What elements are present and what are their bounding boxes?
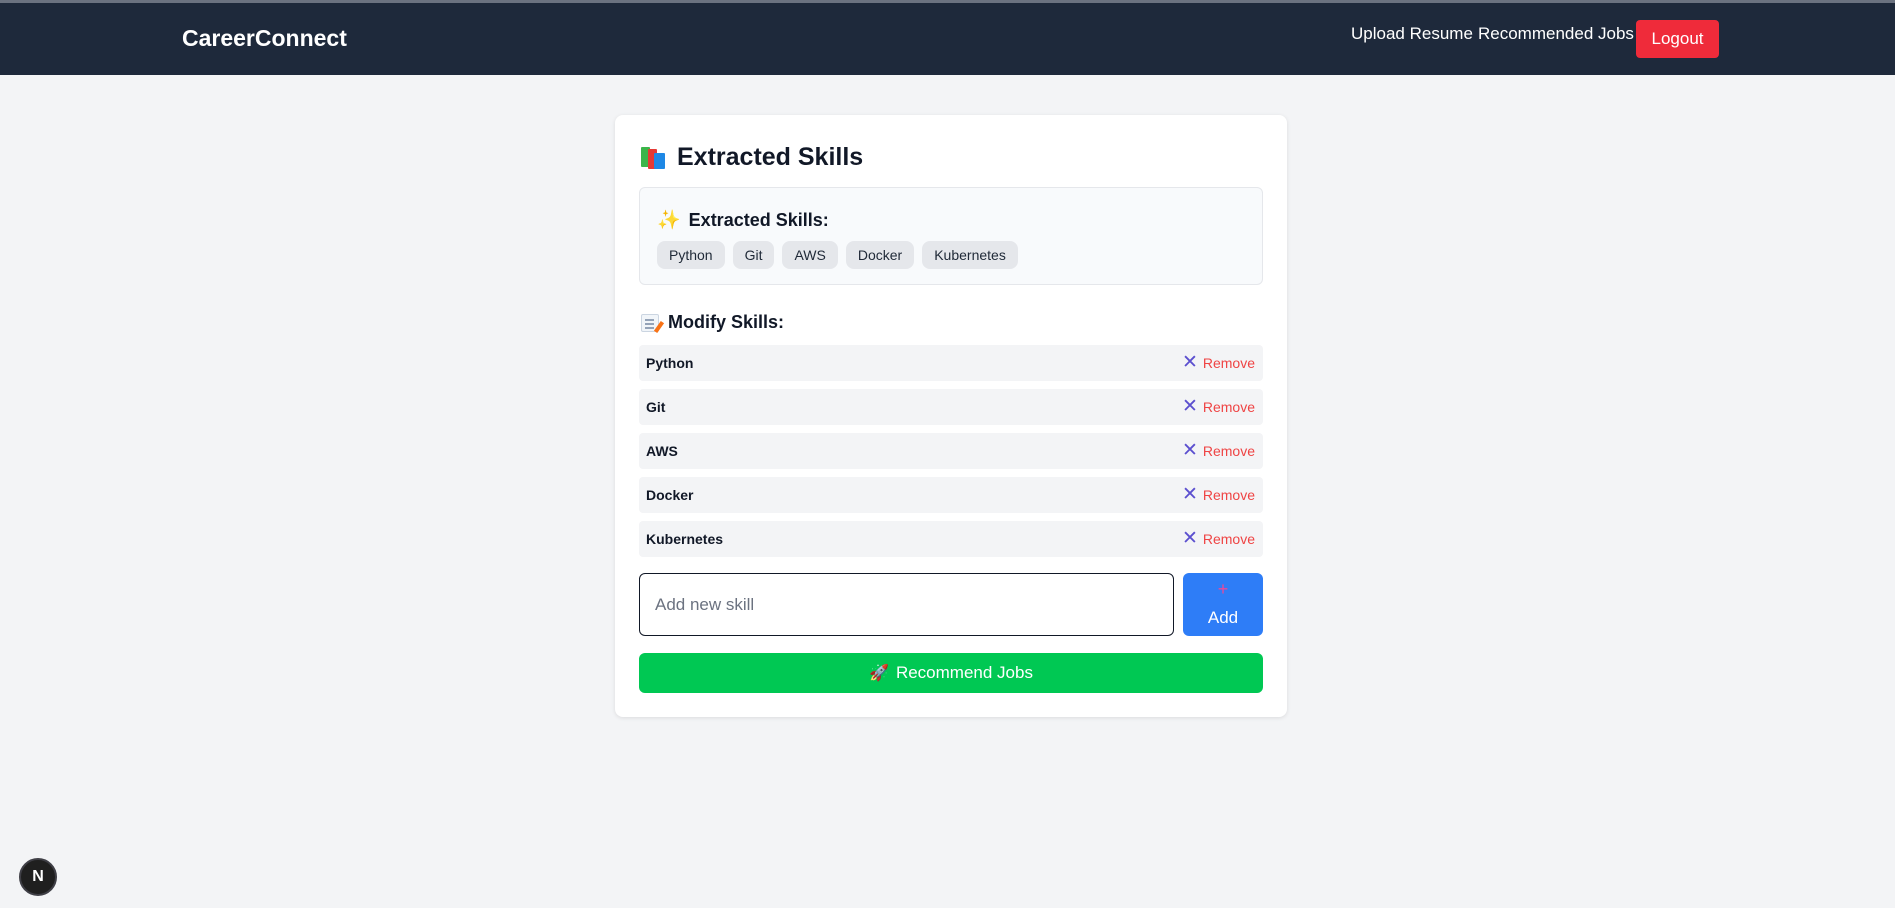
nav-recommended-jobs[interactable]: Recommended Jobs	[1478, 24, 1634, 44]
recommend-label: Recommend Jobs	[895, 663, 1033, 682]
page-title: Extracted Skills	[641, 143, 863, 172]
remove-skill-button[interactable]: ✕ Remove	[1181, 440, 1255, 461]
logout-button[interactable]: Logout	[1636, 20, 1719, 58]
extracted-skills-heading: ✨ Extracted Skills:	[657, 208, 829, 232]
remove-label: Remove	[1202, 355, 1255, 371]
remove-label: Remove	[1202, 531, 1255, 547]
add-label: Add	[1207, 608, 1239, 627]
skill-name: Docker	[646, 487, 694, 503]
close-icon: ✕	[1181, 484, 1198, 505]
skills-card: Extracted Skills ✨ Extracted Skills: Pyt…	[615, 115, 1287, 717]
dev-tools-badge[interactable]: N	[19, 858, 57, 896]
skill-name: Git	[646, 399, 666, 415]
remove-label: Remove	[1202, 487, 1255, 503]
skill-name: Python	[646, 355, 694, 371]
close-icon: ✕	[1181, 396, 1198, 417]
recommend-jobs-button[interactable]: 🚀 Recommend Jobs	[639, 653, 1263, 693]
navbar: CareerConnect Upload Resume Recommended …	[0, 3, 1895, 75]
modify-skills-heading-text: Modify Skills:	[668, 312, 785, 332]
remove-skill-button[interactable]: ✕ Remove	[1181, 396, 1255, 417]
skill-chip: Docker	[845, 241, 915, 269]
skill-row: AWS ✕ Remove	[639, 433, 1263, 469]
remove-skill-button[interactable]: ✕ Remove	[1181, 484, 1255, 505]
remove-label: Remove	[1202, 399, 1255, 415]
books-icon	[641, 145, 667, 171]
close-icon: ✕	[1181, 352, 1198, 373]
skill-name: Kubernetes	[646, 531, 724, 547]
close-icon: ✕	[1181, 528, 1198, 549]
skill-row: Git ✕ Remove	[639, 389, 1263, 425]
nav-upload-resume[interactable]: Upload Resume	[1351, 24, 1473, 44]
skill-chips: Python Git AWS Docker Kubernetes	[657, 241, 1018, 269]
memo-icon	[641, 313, 659, 332]
extracted-skills-heading-text: Extracted Skills:	[688, 209, 829, 230]
skill-name: AWS	[646, 443, 678, 459]
rocket-icon: 🚀	[869, 665, 889, 682]
skill-chip: Git	[732, 241, 775, 269]
skill-row: Kubernetes ✕ Remove	[639, 521, 1263, 557]
skill-row: Python ✕ Remove	[639, 345, 1263, 381]
add-skill-button[interactable]: + Add	[1183, 573, 1263, 636]
plus-icon: +	[1217, 579, 1229, 599]
skill-row: Docker ✕ Remove	[639, 477, 1263, 513]
sparkles-icon: ✨	[657, 210, 681, 231]
remove-label: Remove	[1202, 443, 1255, 459]
skill-chip: Kubernetes	[922, 241, 1018, 269]
remove-skill-button[interactable]: ✕ Remove	[1181, 528, 1255, 549]
skill-chip: AWS	[782, 241, 838, 269]
remove-skill-button[interactable]: ✕ Remove	[1181, 352, 1255, 373]
modify-skills-heading: Modify Skills:	[641, 312, 784, 333]
brand-logo[interactable]: CareerConnect	[182, 25, 347, 52]
close-icon: ✕	[1181, 440, 1198, 461]
extracted-skills-panel: ✨ Extracted Skills: Python Git AWS Docke…	[639, 187, 1263, 285]
add-skill-input[interactable]	[639, 573, 1174, 636]
skill-chip: Python	[657, 241, 725, 269]
page-title-text: Extracted Skills	[677, 143, 864, 171]
modify-skills-list: Python ✕ Remove Git ✕ Remove AWS ✕ Remov…	[639, 345, 1263, 565]
